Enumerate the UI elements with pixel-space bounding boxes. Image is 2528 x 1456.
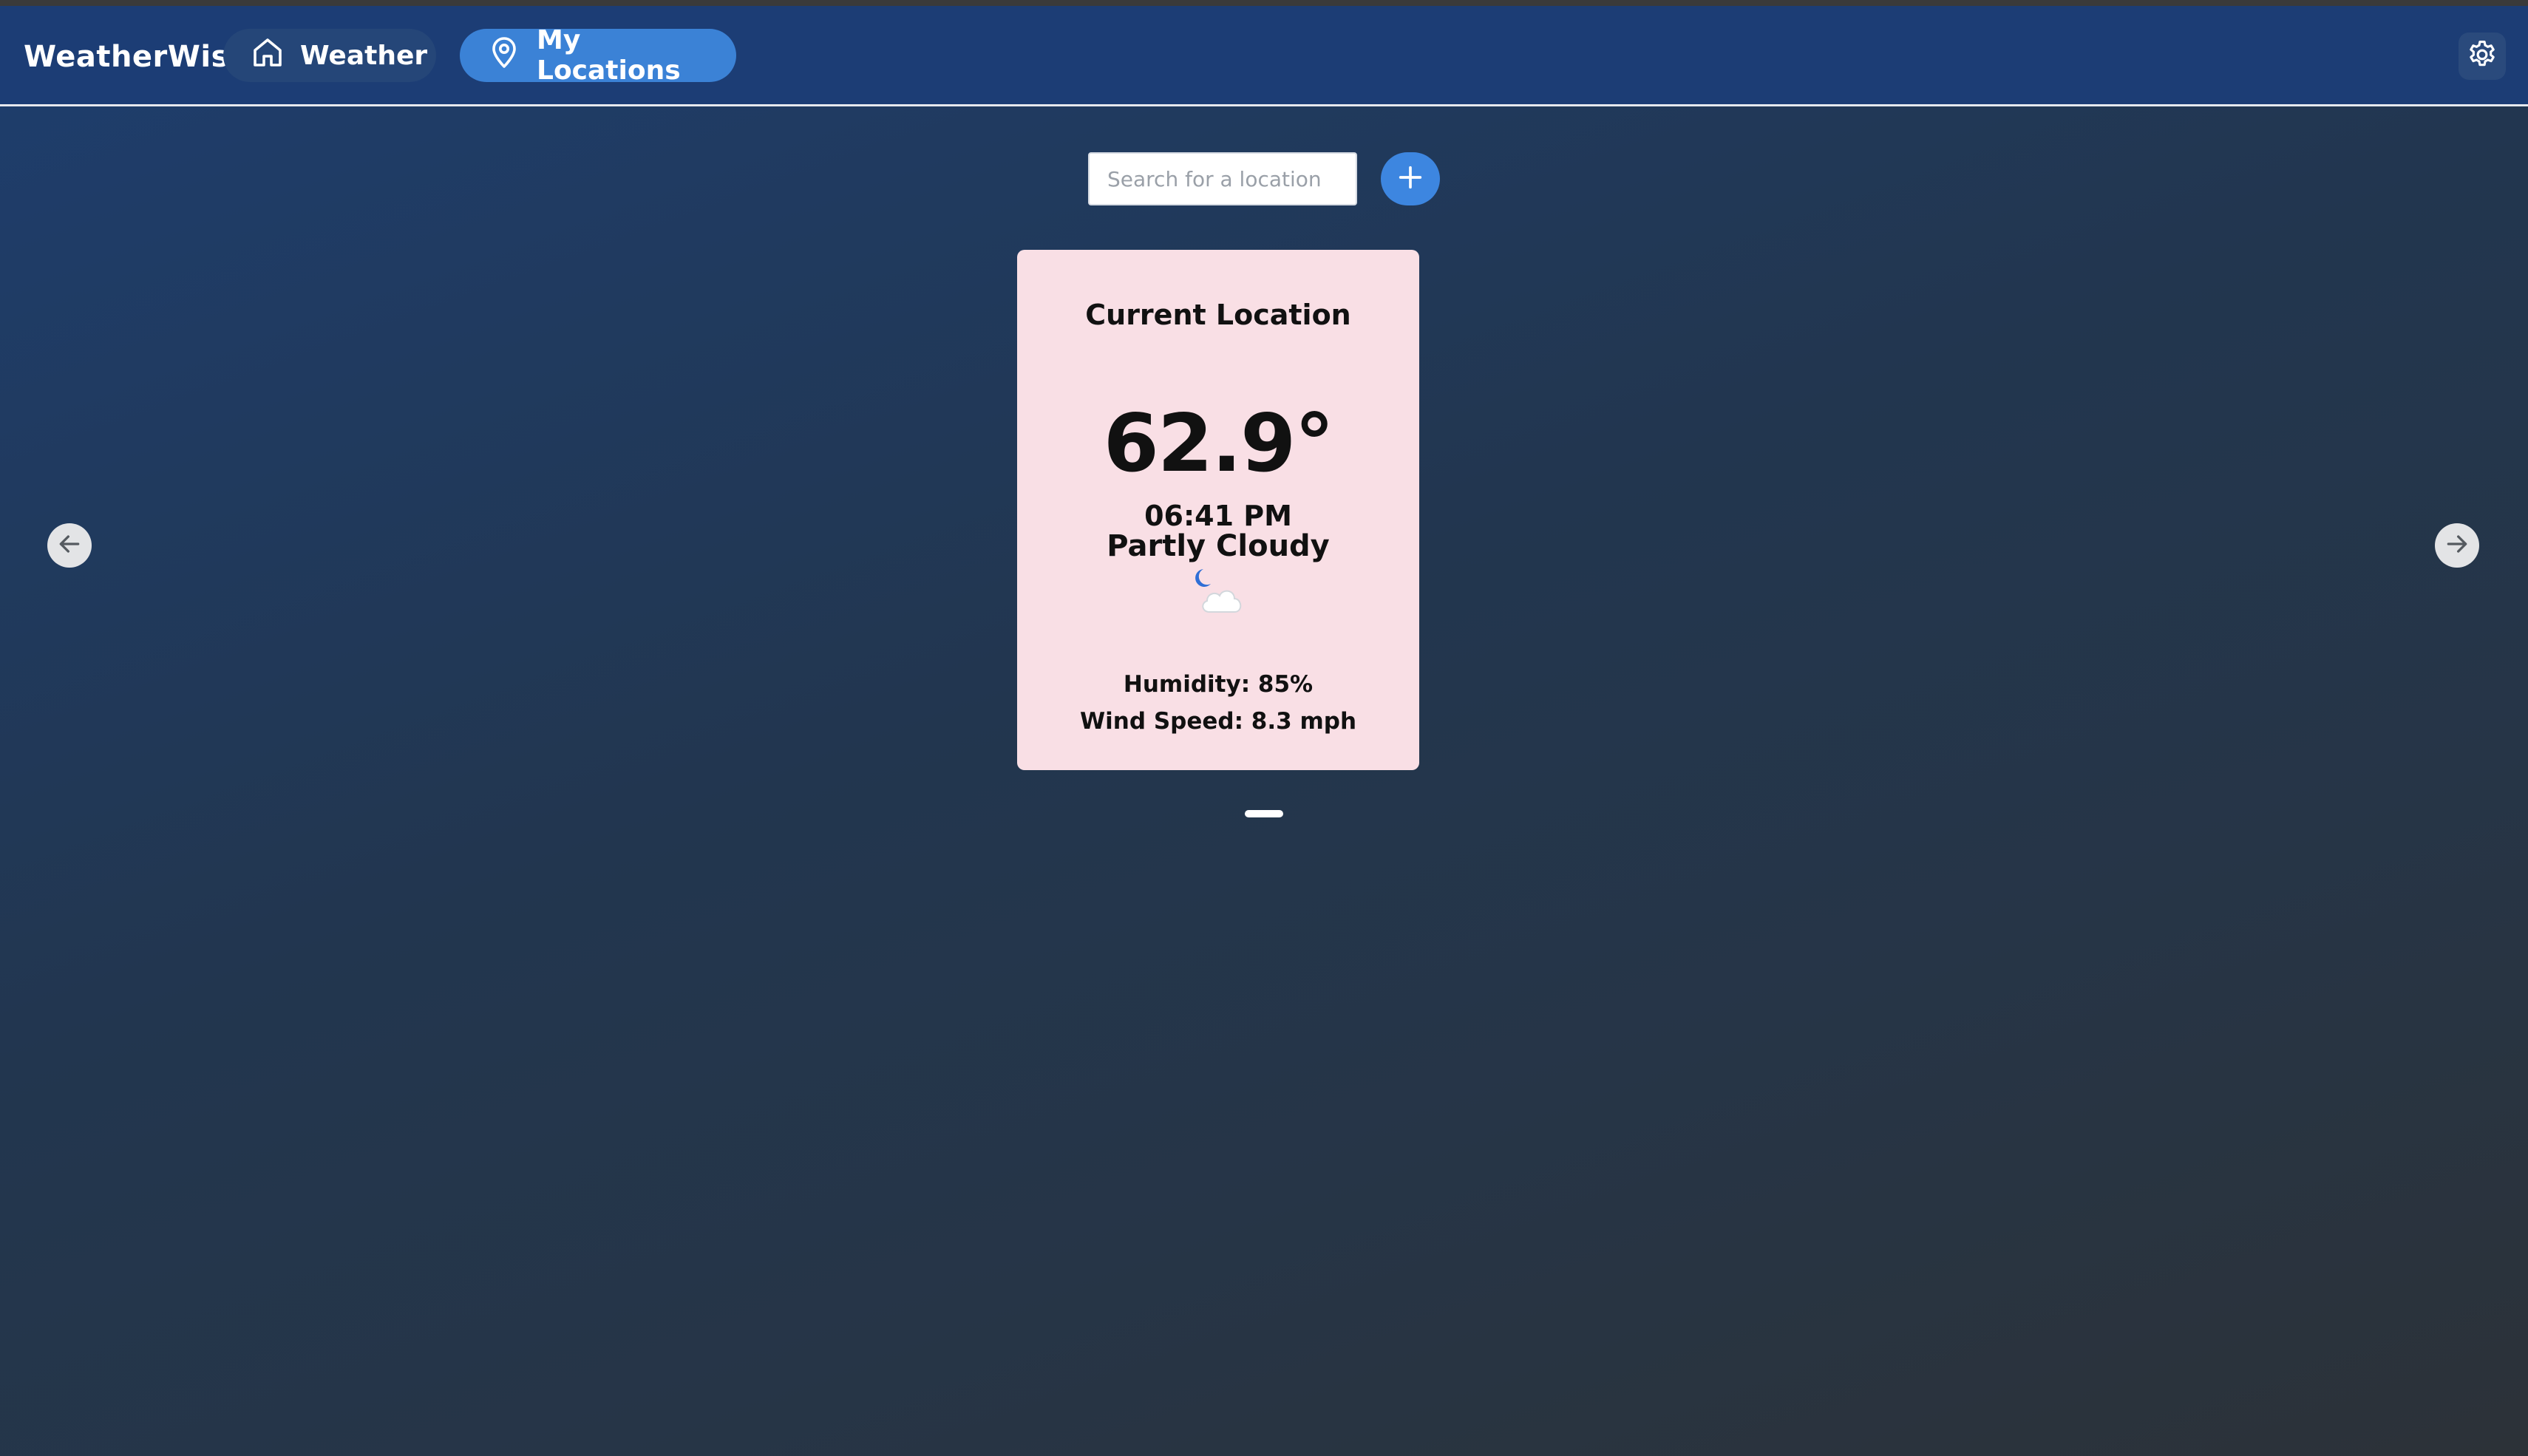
gear-icon: [2466, 38, 2498, 74]
nav-my-locations-button[interactable]: My Locations: [460, 25, 736, 86]
nav-my-locations-label: My Locations: [537, 25, 681, 86]
app-brand[interactable]: WeatherWise: [24, 40, 250, 74]
card-temperature: 62.9°: [1103, 398, 1334, 490]
plus-icon: [1396, 163, 1425, 195]
carousel-next-button[interactable]: [2435, 523, 2479, 568]
settings-button[interactable]: [2459, 33, 2506, 80]
card-location-title: Current Location: [1085, 299, 1351, 331]
location-weather-card[interactable]: Current Location 62.9° 06:41 PM Partly C…: [1017, 250, 1419, 770]
navbar: WeatherWise Weather My Locations: [0, 6, 2528, 106]
location-search-input[interactable]: [1088, 152, 1357, 205]
card-humidity: Humidity: 85%: [1123, 671, 1314, 698]
card-wind-speed: Wind Speed: 8.3 mph: [1079, 708, 1357, 735]
arrow-left-icon: [55, 529, 84, 562]
window-top-strip: [0, 0, 2528, 6]
home-icon: [250, 35, 285, 77]
moon-cloud-icon: [1189, 566, 1251, 619]
nav-weather-button[interactable]: Weather: [223, 29, 436, 82]
arrow-right-icon: [2442, 529, 2472, 562]
map-pin-icon: [486, 35, 522, 77]
card-time: 06:41 PM: [1144, 500, 1292, 532]
carousel-page-indicator[interactable]: [1245, 810, 1283, 817]
card-condition: Partly Cloudy: [1107, 529, 1330, 563]
nav-weather-label: Weather: [300, 40, 428, 71]
carousel-prev-button[interactable]: [47, 523, 92, 568]
add-location-button[interactable]: [1381, 152, 1440, 205]
